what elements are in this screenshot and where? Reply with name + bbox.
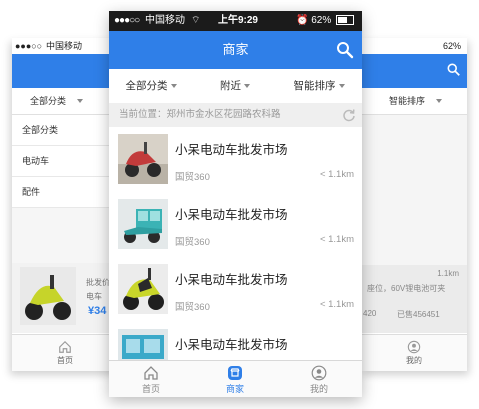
tab-home[interactable]: 首页	[109, 361, 193, 397]
main-phone-screen: ●●●○○ 中国移动 ⌔ 上午9:29 ⏰ 62% 商家 全部分类 附近 智能排…	[109, 11, 362, 397]
right-status-bar: 62%	[361, 38, 467, 54]
filter-category[interactable]: 全部分类	[109, 69, 193, 103]
home-icon	[59, 340, 71, 353]
chevron-down-icon	[338, 84, 345, 89]
left-navbar	[12, 54, 118, 88]
carrier-name: 中国移动	[145, 15, 185, 26]
status-right: ⏰ 62%	[296, 11, 354, 31]
filter-sort[interactable]: 智能排序	[277, 69, 361, 103]
merchant-thumbnail	[118, 329, 168, 361]
page-title: 商家	[222, 42, 249, 57]
right-sold-b: 已售456451	[397, 310, 440, 319]
merchant-thumbnail	[118, 264, 168, 314]
caret-icon	[436, 99, 442, 103]
right-phone-preview: 62% 智能排序 1.1km 座位，60V锂电池可夹 420 已售456451 …	[361, 38, 467, 371]
merchant-thumbnail	[118, 199, 168, 249]
filter-bar: 全部分类 附近 智能排序	[109, 69, 362, 104]
merchant-name: 小呆电动车批发市场	[175, 338, 288, 352]
chevron-down-icon	[244, 84, 250, 89]
right-sold-a: 420	[363, 309, 377, 318]
status-time: 上午9:29	[217, 15, 258, 26]
tab-merchants-label: 商家	[225, 384, 244, 394]
left-status-bar: ●●●○○ 中国移动	[12, 38, 118, 54]
signal-strength: ●●●○○	[114, 15, 140, 26]
tab-profile-label: 我的	[309, 384, 328, 394]
chevron-down-icon	[170, 84, 177, 89]
merchant-list: 小呆电动车批发市场 国贸360 < 1.1km 小呆电动车批发市场 国贸360 …	[109, 127, 362, 361]
tab-merchants[interactable]: 商家	[193, 361, 277, 397]
right-snippet: 座位，60V锂电池可夹	[367, 284, 446, 293]
left-price: ¥34	[88, 305, 107, 317]
left-filter-bar: 全部分类	[12, 88, 118, 115]
merchant-thumbnail	[118, 134, 168, 184]
left-tab-label: 首页	[57, 356, 73, 365]
merchant-distance: < 1.1km	[319, 299, 354, 310]
list-item[interactable]: 小呆电动车批发市场	[109, 322, 362, 361]
list-item[interactable]: 小呆电动车批发市场 国贸360 < 1.1km	[109, 127, 362, 193]
location-address: 郑州市金水区花园路农科路	[166, 109, 281, 120]
right-tab-bar: 我的	[361, 334, 467, 371]
caret-icon	[77, 99, 83, 103]
merchant-distance: < 1.1km	[319, 234, 354, 245]
right-battery: 62%	[442, 41, 461, 51]
wifi-icon: ⌔	[191, 15, 201, 26]
merchant-area: 国贸360	[175, 237, 210, 248]
filter-category-label: 全部分类	[125, 80, 168, 92]
left-tab-bar: 首页	[12, 334, 118, 371]
right-navbar	[361, 54, 467, 88]
status-bar: ●●●○○ 中国移动 ⌔ 上午9:29 ⏰ 62%	[109, 11, 362, 31]
merchant-name: 小呆电动车批发市场	[175, 273, 288, 287]
location-bar: 当前位置：郑州市金水区花园路农科路	[109, 103, 362, 127]
right-filter-label: 智能排序	[389, 96, 426, 106]
filter-sort-label: 智能排序	[293, 80, 336, 92]
filter-nearby[interactable]: 附近	[193, 69, 277, 103]
search-icon[interactable]	[336, 41, 354, 59]
user-icon	[407, 340, 421, 354]
navbar: 商家	[109, 31, 362, 69]
right-blank-area	[361, 115, 467, 265]
merchant-name: 小呆电动车批发市场	[175, 143, 288, 157]
battery-percent: 62%	[311, 15, 332, 26]
alarm-icon: ⏰	[295, 15, 309, 26]
tab-bar: 首页 商家 我的	[109, 360, 362, 397]
tab-home-label: 首页	[141, 384, 160, 394]
user-icon	[311, 365, 327, 381]
refresh-icon[interactable]	[342, 108, 356, 122]
left-filter-label: 全部分类	[30, 96, 67, 106]
right-filter-bar: 智能排序	[361, 88, 467, 115]
right-tab-label: 我的	[406, 356, 422, 365]
list-item[interactable]: 小呆电动车批发市场 国贸360 < 1.1km	[109, 192, 362, 258]
home-icon	[144, 366, 158, 380]
merchant-name: 小呆电动车批发市场	[175, 208, 288, 222]
list-item[interactable]: 小呆电动车批发市场 国贸360 < 1.1km	[109, 257, 362, 323]
merchant-area: 国贸360	[175, 302, 210, 313]
store-icon	[228, 366, 242, 380]
left-signal: ●●●○○	[15, 41, 43, 51]
right-distance: 1.1km	[437, 269, 459, 278]
location-text: 当前位置：郑州市金水区花园路农科路	[119, 103, 281, 127]
left-carrier: 中国移动	[46, 41, 83, 51]
battery-icon	[336, 15, 354, 26]
merchant-area: 国贸360	[175, 172, 210, 183]
search-icon	[447, 63, 460, 76]
filter-nearby-label: 附近	[220, 80, 241, 92]
right-product-card: 1.1km 座位，60V锂电池可夹 420 已售456451	[361, 265, 467, 333]
merchant-distance: < 1.1km	[319, 169, 354, 180]
location-prefix: 当前位置：	[119, 109, 167, 120]
tab-profile[interactable]: 我的	[277, 361, 361, 397]
left-phone-preview: ●●●○○ 中国移动 全部分类 全部分类 电动车 配件 批发价 电车 ¥34 首…	[12, 38, 118, 371]
left-overlay	[12, 115, 118, 305]
